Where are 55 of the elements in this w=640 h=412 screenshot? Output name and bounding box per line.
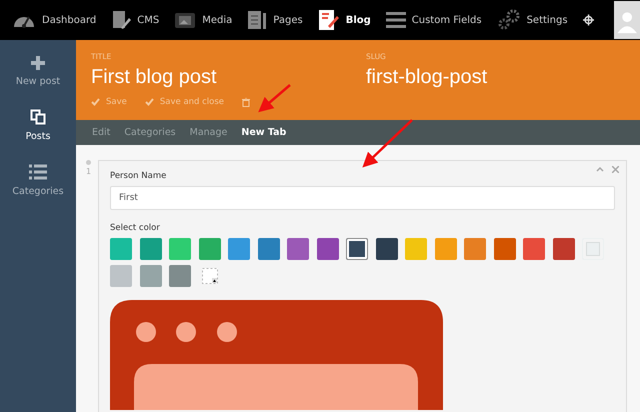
color-swatch[interactable]	[198, 238, 220, 260]
color-swatch[interactable]	[346, 238, 368, 260]
field-label: Select color	[110, 223, 161, 233]
color-swatch[interactable]	[169, 265, 191, 287]
annotation-arrow	[258, 84, 291, 112]
gears-icon	[496, 9, 521, 31]
color-swatch[interactable]	[523, 238, 545, 260]
color-swatch[interactable]	[376, 238, 398, 260]
color-swatch[interactable]	[464, 238, 486, 260]
nav-item[interactable]: Blog	[318, 9, 371, 31]
checklist-page-icon	[247, 10, 268, 30]
field-label: Person Name	[110, 171, 168, 181]
color-swatch[interactable]	[169, 238, 191, 260]
color-swatch[interactable]	[434, 238, 456, 260]
color-swatch[interactable]	[110, 265, 132, 287]
check-icon	[144, 98, 154, 106]
color-swatch[interactable]	[287, 238, 309, 260]
custom-color-picker-icon[interactable]	[202, 268, 218, 284]
sidebar-item[interactable]: Categories	[0, 164, 76, 197]
document-pen-icon	[111, 10, 132, 30]
list-icon	[29, 164, 47, 180]
nav-item[interactable]: CMS	[111, 10, 160, 30]
nav-item[interactable]: Media	[174, 11, 232, 29]
collapse-icon[interactable]	[596, 166, 604, 172]
tab[interactable]: New Tab	[241, 127, 286, 138]
photo-icon	[174, 11, 196, 29]
color-swatch[interactable]	[140, 238, 162, 260]
color-swatch[interactable]	[316, 238, 338, 260]
avatar-icon[interactable]	[614, 1, 640, 39]
nav-item[interactable]: Pages	[247, 10, 303, 30]
check-icon	[91, 98, 100, 106]
list-bars-icon	[386, 11, 406, 29]
row-number: 1	[86, 167, 92, 176]
color-swatch[interactable]	[552, 238, 574, 260]
crosshair-icon[interactable]	[582, 12, 594, 28]
color-swatch[interactable]	[110, 238, 132, 260]
trash-icon[interactable]	[242, 98, 250, 106]
document-pencil-icon	[318, 9, 340, 31]
person-name-input[interactable]: First	[110, 186, 615, 210]
plus-icon	[31, 56, 45, 70]
color-swatch[interactable]	[405, 238, 427, 260]
nav-item[interactable]: Settings	[496, 9, 568, 31]
nav-item[interactable]: Dashboard	[12, 11, 96, 29]
sidebar-item[interactable]: Posts	[0, 109, 76, 142]
color-swatch[interactable]	[228, 238, 250, 260]
copy-icon	[30, 109, 46, 125]
color-swatch[interactable]	[258, 238, 280, 260]
sidebar-item[interactable]: New post	[0, 56, 76, 87]
color-swatch[interactable]	[140, 265, 162, 287]
color-swatch[interactable]	[494, 238, 516, 260]
color-swatch[interactable]	[582, 238, 604, 260]
nav-item[interactable]: Custom Fields	[386, 11, 482, 29]
annotation-arrow	[362, 119, 413, 168]
drag-handle-icon[interactable]	[86, 160, 91, 165]
close-icon[interactable]	[612, 166, 619, 173]
